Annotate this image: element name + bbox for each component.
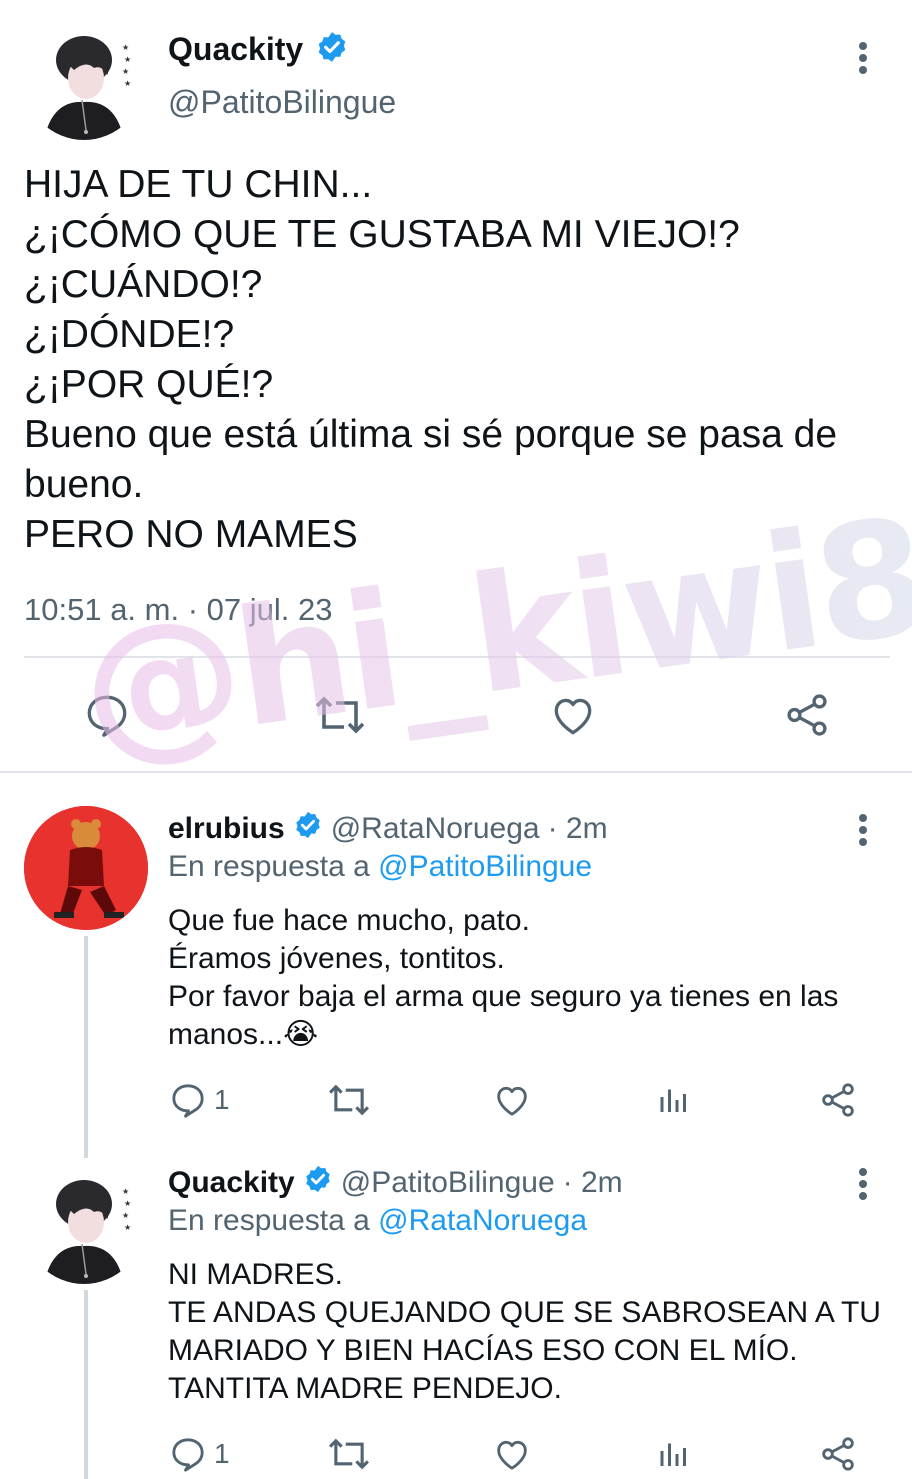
reply-to-link[interactable]: @RataNoruega bbox=[378, 1204, 587, 1237]
views-icon[interactable] bbox=[656, 1434, 692, 1479]
verified-badge-icon bbox=[315, 30, 349, 69]
verified-badge-icon bbox=[303, 1164, 333, 1202]
share-icon[interactable] bbox=[818, 1434, 858, 1479]
reply-button[interactable]: 1 bbox=[168, 1434, 230, 1474]
reply-text: NI MADRES. TE ANDAS QUEJANDO QUE SE SABR… bbox=[168, 1258, 881, 1405]
reply-text: Que fue hace mucho, pato. Éramos jóvenes… bbox=[168, 902, 888, 1054]
reply-context: En respuesta a @PatitoBilingue bbox=[168, 850, 592, 884]
author-avatar[interactable]: ★ ★ ★ ★ bbox=[24, 1164, 144, 1284]
svg-text:★: ★ bbox=[124, 1199, 131, 1208]
reply-header: elrubius @RataNoruega · 2m bbox=[168, 810, 608, 848]
thread-line bbox=[84, 936, 88, 1158]
reply-context-label: En respuesta a bbox=[168, 850, 370, 883]
author-handle[interactable]: @RataNoruega bbox=[331, 812, 540, 846]
svg-text:★: ★ bbox=[124, 79, 131, 88]
views-icon[interactable] bbox=[656, 1080, 692, 1125]
retweet-icon[interactable] bbox=[326, 1434, 372, 1479]
reply-icon bbox=[172, 1084, 204, 1118]
reply-count: 1 bbox=[214, 1438, 230, 1469]
tweet-text: HIJA DE TU CHIN... ¿¡CÓMO QUE TE GUSTABA… bbox=[24, 163, 838, 556]
reply-count: 1 bbox=[214, 1084, 230, 1115]
like-icon[interactable] bbox=[492, 1434, 532, 1479]
more-options-icon[interactable] bbox=[859, 1168, 869, 1204]
reply-icon bbox=[172, 1438, 204, 1472]
more-options-icon[interactable] bbox=[859, 42, 869, 78]
tweet-timestamp[interactable]: 10:51 a. m. · 07 jul. 23 bbox=[24, 592, 332, 628]
divider bbox=[24, 656, 890, 658]
post-time: · 2m bbox=[562, 1166, 623, 1199]
share-icon[interactable] bbox=[782, 690, 832, 745]
like-icon[interactable] bbox=[548, 690, 598, 745]
verified-badge-icon bbox=[293, 810, 323, 848]
author-name[interactable]: Quackity bbox=[168, 1166, 295, 1200]
post-time: · 2m bbox=[547, 812, 608, 845]
more-options-icon[interactable] bbox=[859, 814, 869, 850]
retweet-icon[interactable] bbox=[326, 1080, 372, 1125]
divider bbox=[0, 771, 912, 773]
svg-text:★: ★ bbox=[122, 1211, 129, 1220]
svg-text:★: ★ bbox=[124, 1223, 131, 1232]
reply-header: Quackity @PatitoBilingue · 2m bbox=[168, 1164, 623, 1202]
author-handle[interactable]: @PatitoBilingue bbox=[341, 1166, 555, 1200]
svg-text:★: ★ bbox=[122, 1187, 129, 1196]
author-avatar[interactable]: ★ ★ ★ ★ bbox=[24, 20, 144, 140]
reply-to-link[interactable]: @PatitoBilingue bbox=[378, 850, 592, 883]
svg-text:★: ★ bbox=[124, 55, 131, 64]
thread-line bbox=[84, 1290, 88, 1479]
svg-text:★: ★ bbox=[122, 67, 129, 76]
svg-text:★: ★ bbox=[122, 43, 129, 52]
like-icon[interactable] bbox=[492, 1080, 532, 1125]
author-avatar[interactable] bbox=[24, 806, 148, 930]
author-handle[interactable]: @PatitoBilingue bbox=[168, 84, 396, 121]
reply-icon[interactable] bbox=[82, 690, 132, 745]
author-name[interactable]: elrubius bbox=[168, 812, 285, 846]
reply-context-label: En respuesta a bbox=[168, 1204, 370, 1237]
retweet-icon[interactable] bbox=[312, 690, 368, 745]
author-name[interactable]: Quackity bbox=[168, 31, 303, 68]
share-icon[interactable] bbox=[818, 1080, 858, 1125]
reply-context: En respuesta a @RataNoruega bbox=[168, 1204, 587, 1238]
reply-button[interactable]: 1 bbox=[168, 1080, 230, 1120]
author-header: Quackity bbox=[168, 30, 349, 69]
reply-text-body: Que fue hace mucho, pato. Éramos jóvenes… bbox=[168, 904, 839, 1051]
crying-face-emoji: 😭 bbox=[283, 1018, 319, 1051]
